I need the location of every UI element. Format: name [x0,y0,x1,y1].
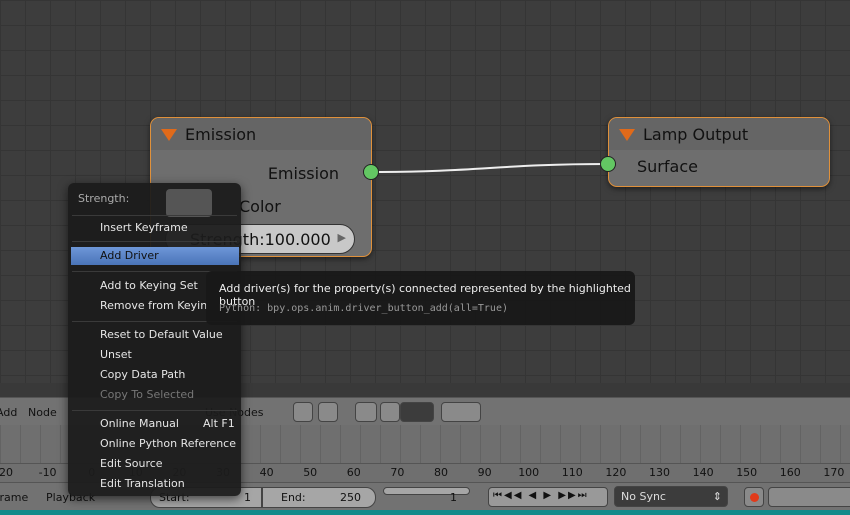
sync-dropdown[interactable]: No Sync ⇕ [614,486,728,507]
status-strip [0,510,850,515]
ruler-tick: 130 [649,466,670,479]
ruler-tick: 170 [823,466,845,479]
start-field[interactable]: 1 [244,491,251,504]
parent-node-icon[interactable] [318,402,338,422]
ruler-tick: 90 [477,466,492,479]
menu-item-copy-data-path[interactable]: Copy Data Path [100,368,185,381]
menu-item-add-driver[interactable]: Add Driver [71,247,239,265]
menu-title: Strength: [78,192,130,205]
menu-item-copy-to-selected: Copy To Selected [100,388,195,401]
menu-item-insert-keyframe[interactable]: Insert Keyframe [100,221,188,234]
menu-item-edit-translation[interactable]: Edit Translation [100,477,185,490]
keying-set-field[interactable] [768,487,850,507]
ruler-tick: 80 [434,466,448,479]
copy-paste-icon[interactable] [441,402,481,422]
ruler-tick: -20 [0,466,13,479]
node-title: Lamp Output [643,125,749,144]
menu-frame[interactable]: Frame [0,491,28,504]
menu-add[interactable]: Add [0,406,17,419]
menu-item-online-manual[interactable]: Online Manual [100,417,179,430]
backdrop-icon[interactable] [355,402,377,422]
ruler-tick: 160 [779,466,801,479]
menu-item-reset-default[interactable]: Reset to Default Value [100,328,223,341]
current-frame-field[interactable]: 1 [450,491,457,504]
record-button[interactable] [744,487,764,507]
playback-controls[interactable]: ⏮◀◀ ◀ ▶ ▶▶⏭ [488,487,608,507]
ruler-tick: -10 [38,466,57,479]
ruler-tick: 140 [692,466,714,479]
color-swatch [166,189,212,217]
collapse-triangle-icon[interactable] [619,129,635,141]
node-title: Emission [185,125,257,144]
ruler-tick: 120 [605,466,627,479]
input-color-label: Color [239,197,281,216]
ruler-tick: 110 [561,466,583,479]
end-label: End: [281,491,306,504]
tooltip-python: Python: bpy.ops.anim.driver_button_add(a… [219,303,508,314]
collapse-triangle-icon[interactable] [161,129,177,141]
menu-item-online-python-reference[interactable]: Online Python Reference [100,437,236,450]
ruler-tick: 100 [518,466,540,479]
ruler-tick: 150 [736,466,758,479]
ruler-tick: 40 [259,466,274,479]
ruler-tick: 60 [346,466,361,479]
menu-node[interactable]: Node [28,406,57,419]
context-menu: Strength: Insert Keyframe Add Driver Add… [68,183,241,496]
pin-icon[interactable] [293,402,313,422]
ruler-tick: 50 [303,466,318,479]
output-socket[interactable] [363,164,379,180]
snap-magnet-icon[interactable] [380,402,400,422]
menu-item-remove-from-keying-set[interactable]: Remove from Keying Set [100,299,208,312]
updown-icon: ⇕ [712,490,722,503]
menu-item-unset[interactable]: Unset [100,348,132,361]
shortcut-label: Alt F1 [203,417,235,430]
snap-mode-dropdown[interactable] [400,402,434,422]
surface-socket[interactable] [600,156,616,172]
menu-item-add-to-keying-set[interactable]: Add to Keying Set [100,279,198,292]
menu-item-edit-source[interactable]: Edit Source [100,457,163,470]
input-surface-label: Surface [637,157,698,176]
arrow-right-icon: ▶ [337,231,346,244]
lamp-output-node[interactable]: Lamp Output Surface [608,117,830,187]
ruler-tick: 70 [390,466,405,479]
end-field[interactable]: 250 [340,491,361,504]
tooltip: Add driver(s) for the property(s) connec… [206,271,635,325]
output-emission-label: Emission [267,164,339,183]
